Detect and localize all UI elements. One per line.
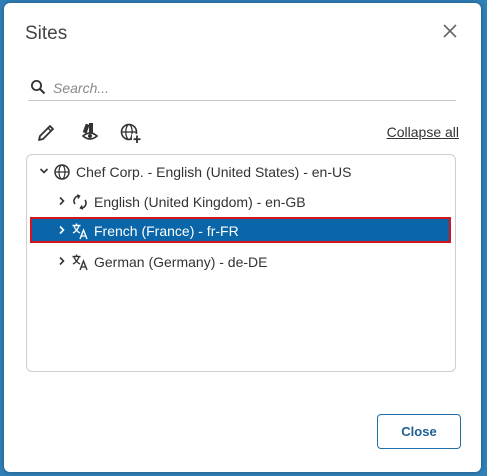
globe-plus-icon[interactable] xyxy=(118,121,144,145)
collapse-all-link[interactable]: Collapse all xyxy=(387,124,459,140)
translate-icon xyxy=(72,254,88,271)
sync-icon xyxy=(73,194,87,210)
tree-row-de-de[interactable]: German (Germany) - de-DE xyxy=(27,247,455,277)
pencil-icon[interactable] xyxy=(34,121,60,145)
tree-row-en-us[interactable]: Chef Corp. - English (United States) - e… xyxy=(27,157,455,187)
chevron-right-icon[interactable] xyxy=(57,256,67,266)
site-tree: Chef Corp. - English (United States) - e… xyxy=(26,154,456,372)
tree-row-en-gb[interactable]: English (United Kingdom) - en-GB xyxy=(27,187,455,217)
search-box xyxy=(28,75,456,101)
search-input[interactable] xyxy=(51,77,450,99)
tree-row-fr-fr[interactable]: French (France) - fr-FR xyxy=(27,216,455,246)
preview-icon[interactable] xyxy=(78,121,104,145)
dialog-title: Sites xyxy=(25,23,68,44)
sites-dialog: Sites Collapse all xyxy=(4,3,481,472)
tree-row-label: German (Germany) - de-DE xyxy=(94,254,268,270)
close-button[interactable]: Close xyxy=(377,414,461,449)
translate-icon xyxy=(72,223,88,240)
toolbar: Collapse all xyxy=(34,121,459,145)
globe-icon xyxy=(54,164,70,180)
search-icon xyxy=(31,80,46,95)
chevron-down-icon[interactable] xyxy=(39,166,49,176)
tree-row-label: Chef Corp. - English (United States) - e… xyxy=(76,164,352,180)
chevron-right-icon[interactable] xyxy=(57,225,67,235)
tree-row-label: English (United Kingdom) - en-GB xyxy=(94,194,306,210)
chevron-right-icon[interactable] xyxy=(57,196,67,206)
close-icon[interactable] xyxy=(441,22,459,40)
tree-row-label: French (France) - fr-FR xyxy=(94,223,239,239)
